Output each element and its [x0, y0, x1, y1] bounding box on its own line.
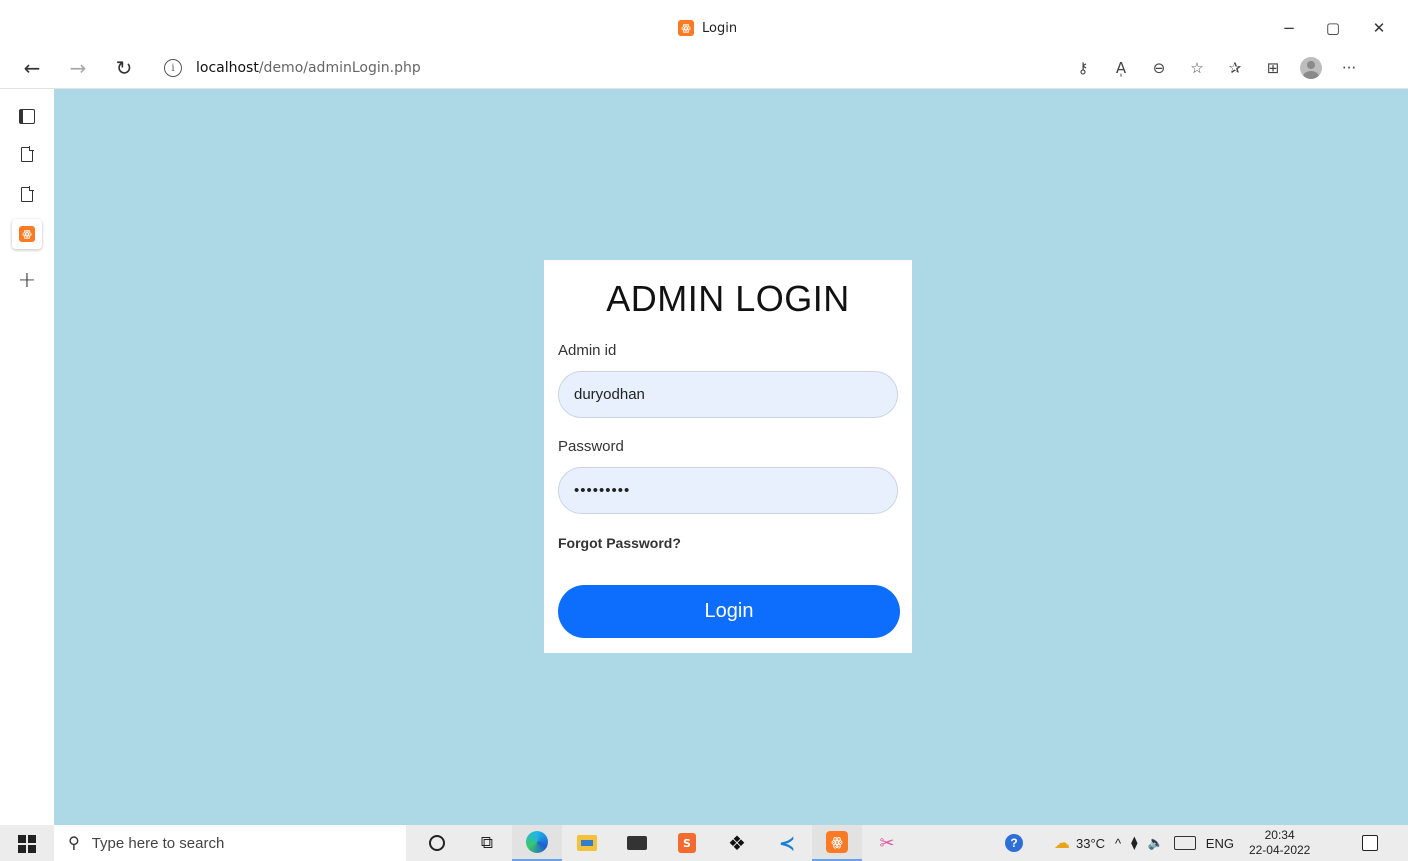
- add-favorite-icon[interactable]: ☆: [1178, 56, 1216, 80]
- sidebar-tab-2[interactable]: [12, 179, 42, 209]
- file-explorer-icon: [577, 835, 597, 851]
- more-icon[interactable]: ···: [1330, 56, 1368, 80]
- start-button[interactable]: [18, 835, 36, 853]
- page-title: ADMIN LOGIN: [606, 278, 850, 319]
- xampp-favicon-icon: ꙮ: [19, 226, 35, 242]
- url-path: /demo/adminLogin.php: [258, 60, 421, 76]
- windows-taskbar: ⚲ Type here to search ⧉ S ❖ ≺ ꙮ ✂ ? ☁ 33…: [0, 825, 1408, 861]
- admin-id-label: Admin id: [558, 342, 617, 359]
- maximize-button[interactable]: ▢: [1318, 14, 1348, 42]
- taskbar-sublime[interactable]: S: [662, 825, 712, 861]
- browser-toolbar: ← → ↻ i localhost /demo/adminLogin.php ⚷…: [0, 48, 1408, 89]
- admin-id-input[interactable]: [558, 371, 898, 418]
- volume-icon[interactable]: 🔈: [1148, 835, 1164, 851]
- toolbar-icons: ⚷ A̩ ⊖ ☆ ✰ ⊞ ···: [1064, 56, 1368, 80]
- page-icon: [21, 146, 34, 162]
- key-icon[interactable]: ⚷: [1064, 56, 1102, 80]
- favorites-icon[interactable]: ✰: [1216, 56, 1254, 80]
- password-label: Password: [558, 438, 624, 455]
- tab-actions-icon: [19, 108, 35, 124]
- taskbar-edge[interactable]: [512, 825, 562, 861]
- profile-button[interactable]: [1292, 56, 1330, 80]
- clock-date: 22-04-2022: [1248, 843, 1311, 857]
- new-tab-button[interactable]: +: [12, 265, 42, 295]
- collections-icon[interactable]: ⊞: [1254, 56, 1292, 80]
- network-icon[interactable]: ⧫: [1131, 835, 1137, 851]
- help-icon: ?: [1005, 834, 1023, 852]
- page-icon: [21, 186, 34, 202]
- help-button[interactable]: ?: [1005, 834, 1023, 852]
- page-content: ADMIN LOGIN Admin id Password Forgot Pas…: [54, 89, 1408, 825]
- tab-title-text: Login: [702, 20, 738, 36]
- close-button[interactable]: ✕: [1364, 14, 1394, 42]
- profile-avatar: [1300, 57, 1322, 79]
- back-button[interactable]: ←: [18, 54, 46, 82]
- forgot-password-link[interactable]: Forgot Password?: [558, 535, 681, 551]
- sublime-text-icon: S: [678, 833, 696, 853]
- taskbar-dropbox[interactable]: ❖: [712, 825, 762, 861]
- cortana-button[interactable]: [412, 825, 462, 861]
- active-tab-title: ꙮ Login: [678, 18, 737, 38]
- sidebar-tab-1[interactable]: [12, 139, 42, 169]
- zoom-out-icon[interactable]: ⊖: [1140, 56, 1178, 80]
- vscode-icon: ≺: [778, 831, 796, 855]
- login-card: ADMIN LOGIN Admin id Password Forgot Pas…: [544, 260, 912, 653]
- task-view-icon: ⧉: [480, 833, 494, 853]
- taskbar-mail[interactable]: [612, 825, 662, 861]
- browser-title-bar: ꙮ Login − ▢ ✕: [0, 0, 1408, 48]
- task-view-button[interactable]: ⧉: [462, 825, 512, 861]
- xampp-icon: ꙮ: [826, 831, 848, 853]
- taskbar-clock[interactable]: 20:34 22-04-2022: [1249, 828, 1310, 858]
- taskbar-search-box[interactable]: ⚲ Type here to search: [54, 825, 406, 861]
- weather-widget[interactable]: ☁ 33°C: [1054, 833, 1105, 853]
- sidebar-tab-login[interactable]: ꙮ: [12, 219, 42, 249]
- dropbox-icon: ❖: [728, 831, 746, 855]
- language-indicator[interactable]: ENG: [1206, 836, 1234, 851]
- forward-button[interactable]: →: [64, 54, 92, 82]
- weather-icon: ☁: [1054, 835, 1070, 852]
- taskbar-apps: ⧉ S ❖ ≺ ꙮ ✂: [412, 825, 912, 861]
- tab-actions-menu[interactable]: [12, 101, 42, 131]
- cortana-icon: [429, 835, 445, 851]
- vertical-tabs-sidebar: ꙮ +: [0, 89, 54, 825]
- snipping-tool-icon: ✂: [879, 832, 895, 854]
- xampp-favicon-icon: ꙮ: [678, 20, 694, 36]
- taskbar-search-placeholder: Type here to search: [91, 834, 225, 852]
- notification-center-icon[interactable]: [1362, 835, 1378, 851]
- address-bar[interactable]: i localhost /demo/adminLogin.php: [152, 53, 1052, 83]
- search-icon: ⚲: [68, 835, 80, 852]
- edge-icon: [526, 831, 548, 853]
- login-button[interactable]: Login: [558, 585, 900, 638]
- taskbar-vscode[interactable]: ≺: [762, 825, 812, 861]
- system-tray: ? ☁ 33°C ^ ⧫ 🔈 ENG 20:34 22-04-2022: [1000, 825, 1318, 861]
- clock-time: 20:34: [1264, 828, 1295, 842]
- taskbar-snipping-tool[interactable]: ✂: [862, 825, 912, 861]
- url-host: localhost: [196, 60, 259, 76]
- taskbar-xampp[interactable]: ꙮ: [812, 825, 862, 861]
- password-input[interactable]: [558, 467, 898, 514]
- read-aloud-icon[interactable]: A̩: [1102, 56, 1140, 80]
- mail-icon: [627, 836, 647, 850]
- minimize-button[interactable]: −: [1274, 14, 1304, 42]
- reload-button[interactable]: ↻: [110, 54, 138, 82]
- site-info-icon[interactable]: i: [164, 59, 182, 77]
- temperature-text: 33°C: [1076, 835, 1106, 851]
- touch-keyboard-button[interactable]: [1173, 836, 1196, 850]
- show-hidden-icons-button[interactable]: ^: [1115, 836, 1121, 851]
- keyboard-icon: [1173, 836, 1196, 850]
- taskbar-file-explorer[interactable]: [562, 825, 612, 861]
